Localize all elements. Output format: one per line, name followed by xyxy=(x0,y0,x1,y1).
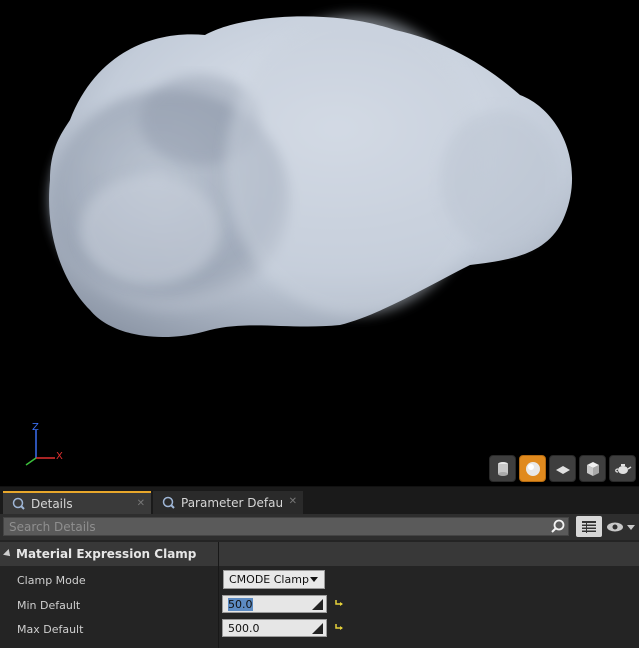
details-panel: Details ✕ Parameter Defaults ✕ Material … xyxy=(0,486,639,648)
grid-list-icon xyxy=(582,520,596,533)
reset-to-default-icon[interactable] xyxy=(334,598,344,608)
max-default-label: Max Default xyxy=(17,623,84,636)
details-icon xyxy=(12,497,25,510)
min-default-field[interactable]: 50.0 xyxy=(222,595,327,613)
cylinder-icon xyxy=(497,461,508,476)
drag-handle-icon[interactable] xyxy=(312,623,323,634)
tab-parameter-defaults-label: Parameter Defaults xyxy=(181,495,282,510)
clamp-mode-label: Clamp Mode xyxy=(17,574,86,587)
chevron-down-icon xyxy=(310,577,318,582)
cloud-preview-mesh xyxy=(49,15,573,338)
preview-shape-toolbar xyxy=(489,455,636,482)
property-row-max-default: Max Default 500.0 xyxy=(0,618,639,642)
min-default-value: 50.0 xyxy=(228,597,253,611)
drag-handle-icon[interactable] xyxy=(312,599,323,610)
chevron-down-icon xyxy=(627,524,635,530)
property-matrix-button[interactable] xyxy=(576,516,602,537)
details-icon xyxy=(162,496,175,509)
max-default-field[interactable]: 500.0 xyxy=(222,619,327,637)
search-input[interactable] xyxy=(3,517,569,536)
plane-icon xyxy=(555,465,570,474)
property-row-min-default: Min Default 50.0 xyxy=(0,594,639,618)
teapot-preview-button[interactable] xyxy=(609,455,636,482)
sphere-icon xyxy=(525,461,540,476)
panel-tab-bar: Details ✕ Parameter Defaults ✕ xyxy=(0,487,639,514)
x-axis-label: X xyxy=(56,451,63,462)
min-default-label: Min Default xyxy=(17,599,81,612)
property-row-clamp-mode: Clamp Mode CMODE Clamp xyxy=(0,569,639,593)
category-header[interactable]: Material Expression Clamp xyxy=(0,542,639,566)
plane-preview-button[interactable] xyxy=(549,455,576,482)
eye-icon xyxy=(607,522,623,532)
reset-to-default-icon[interactable] xyxy=(334,622,344,632)
tab-details[interactable]: Details ✕ xyxy=(3,491,151,514)
cube-preview-button[interactable] xyxy=(579,455,606,482)
collapse-arrow-icon[interactable] xyxy=(3,549,13,559)
clamp-mode-dropdown[interactable]: CMODE Clamp xyxy=(223,570,325,589)
search-icon xyxy=(551,519,565,533)
close-icon[interactable]: ✕ xyxy=(137,498,145,509)
cube-icon xyxy=(586,461,599,476)
cylinder-preview-button[interactable] xyxy=(489,455,516,482)
close-icon[interactable]: ✕ xyxy=(289,496,297,507)
teapot-icon xyxy=(614,463,631,474)
y-axis-line xyxy=(25,457,37,466)
view-options-button[interactable] xyxy=(606,518,636,536)
axis-gizmo: Z X xyxy=(18,422,68,467)
tab-details-label: Details xyxy=(31,496,73,511)
tab-parameter-defaults[interactable]: Parameter Defaults ✕ xyxy=(153,491,303,514)
material-preview-viewport[interactable]: Z X xyxy=(0,0,639,486)
z-axis-label: Z xyxy=(32,422,39,433)
category-title: Material Expression Clamp xyxy=(16,547,197,561)
clamp-mode-value: CMODE Clamp xyxy=(229,573,309,586)
sphere-preview-button[interactable] xyxy=(519,455,546,482)
search-row xyxy=(0,514,639,540)
max-default-value: 500.0 xyxy=(228,621,260,635)
